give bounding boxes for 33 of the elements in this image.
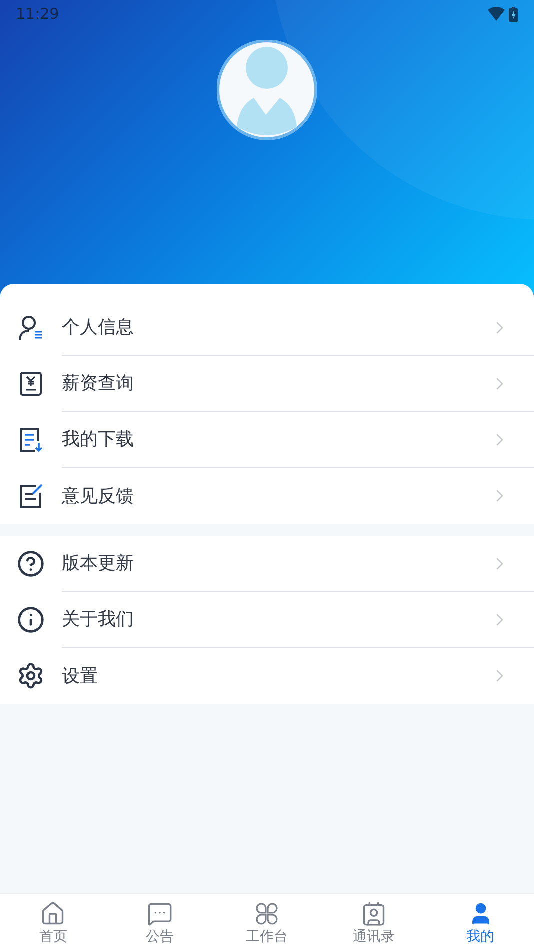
menu-item[interactable]: 意见反馈 <box>0 468 534 524</box>
wifi-icon <box>488 7 505 21</box>
tab-item[interactable]: 公告 <box>106 894 214 950</box>
tab-item[interactable]: 通讯录 <box>320 894 428 950</box>
menu-item[interactable]: 关于我们 <box>0 592 534 648</box>
menu-item[interactable]: 薪资查询 <box>0 356 534 412</box>
menu-item[interactable]: 设置 <box>0 648 534 704</box>
tab-item[interactable]: 我的 <box>427 894 534 950</box>
menu-label: 个人信息 <box>62 316 135 340</box>
home-icon <box>40 900 66 926</box>
tab-item[interactable]: 工作台 <box>214 894 320 950</box>
menu-label: 版本更新 <box>62 552 135 576</box>
info-icon <box>17 606 45 634</box>
download-document-icon <box>18 427 44 453</box>
menu-label: 意见反馈 <box>62 484 135 508</box>
edit-note-icon <box>18 483 44 509</box>
menu-item[interactable]: 我的下载 <box>0 412 534 468</box>
user-list-icon <box>18 315 44 341</box>
tab-item[interactable]: 首页 <box>0 894 107 950</box>
settings-icon <box>17 662 45 690</box>
help-icon <box>17 550 45 578</box>
contact-book-icon <box>360 900 387 926</box>
yen-document-icon <box>18 371 44 397</box>
menu-label: 薪资查询 <box>62 372 135 396</box>
status-time: 11:29 <box>16 4 60 25</box>
menu-label: 我的下载 <box>62 428 135 452</box>
battery-icon <box>509 6 518 22</box>
menu-item[interactable]: 个人信息 <box>0 300 534 356</box>
menu-label: 设置 <box>62 664 99 688</box>
four-petal-icon <box>254 900 280 926</box>
menu-label: 关于我们 <box>62 608 135 632</box>
chat-bubble-icon <box>147 900 174 926</box>
menu-item[interactable]: 版本更新 <box>0 536 534 592</box>
